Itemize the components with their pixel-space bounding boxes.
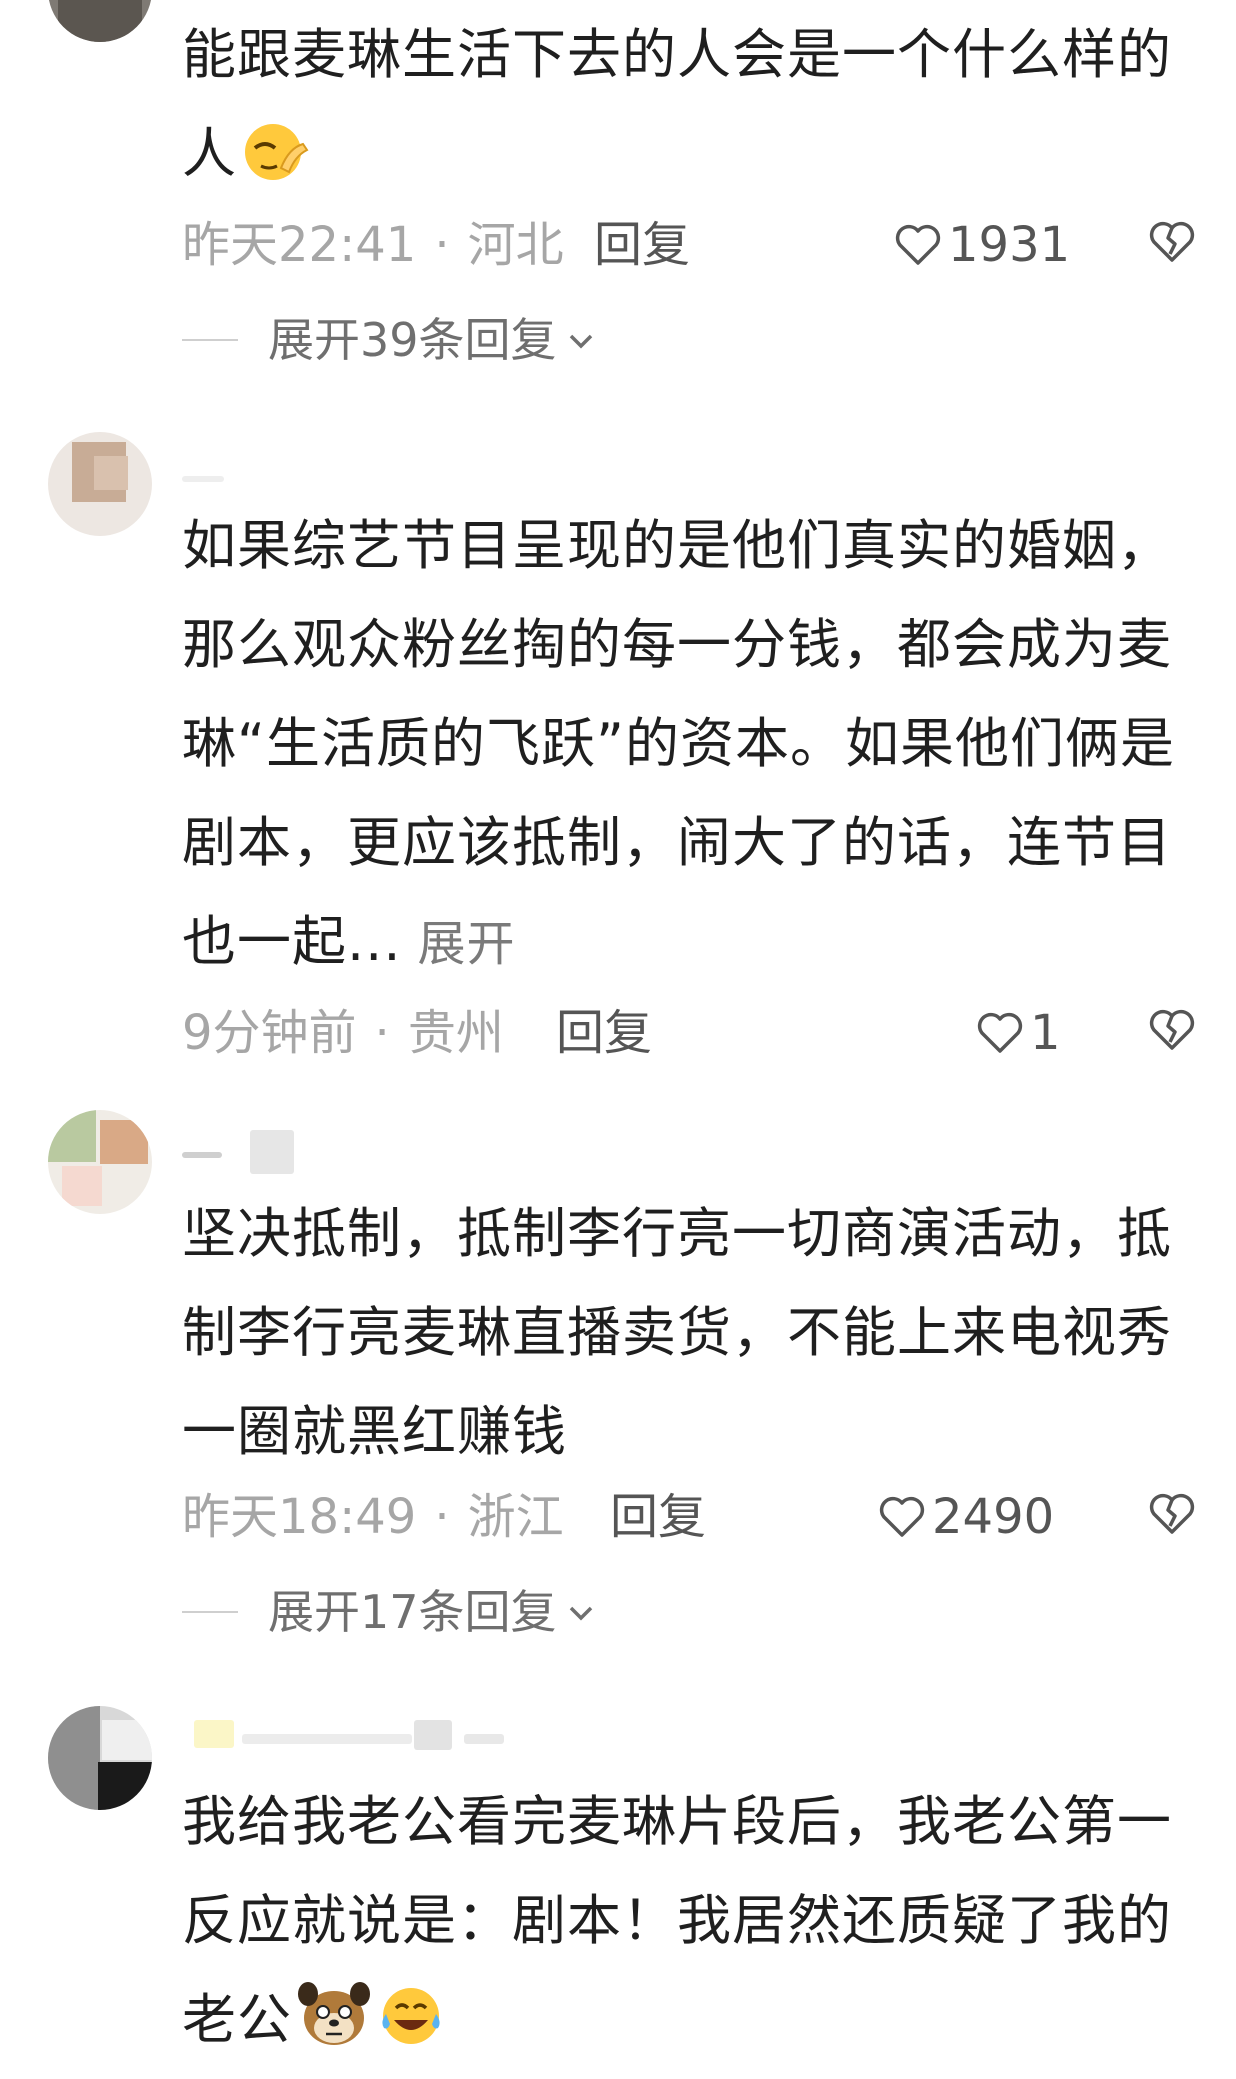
separator-dot: · xyxy=(434,1489,450,1545)
comment-meta: 9分钟前 · 贵州 回复 1 xyxy=(182,998,1196,1068)
like-count: 1 xyxy=(1030,1005,1061,1061)
separator-dot: · xyxy=(434,217,450,273)
timestamp: 昨天18:49 xyxy=(182,1489,417,1545)
like-count: 2490 xyxy=(932,1489,1055,1545)
reply-button[interactable]: 回复 xyxy=(594,210,690,280)
avatar[interactable] xyxy=(48,432,152,536)
separator-dot: · xyxy=(374,1005,390,1061)
reply-button[interactable]: 回复 xyxy=(556,998,652,1068)
heart-outline-icon xyxy=(879,1496,925,1537)
expand-replies[interactable]: 展开17条回复 xyxy=(182,1582,597,1642)
expand-replies-label: 展开17条回复 xyxy=(268,1585,557,1639)
location: 贵州 xyxy=(407,1005,504,1061)
comment-text: 能跟麦琳生活下去的人会是一个什么样的人 xyxy=(182,5,1192,213)
chevron-down-icon xyxy=(569,334,592,349)
broken-heart-icon xyxy=(1149,221,1195,262)
comment-meta: 昨天18:49 · 浙江 回复 2490 xyxy=(182,1482,1196,1552)
heart-outline-icon xyxy=(977,1012,1023,1053)
divider xyxy=(182,1611,238,1613)
dislike-button[interactable] xyxy=(1148,1492,1196,1536)
dog-emoji xyxy=(296,1978,372,2079)
expand-replies-label: 展开39条回复 xyxy=(268,313,557,367)
timestamp: 9分钟前 xyxy=(182,1005,357,1061)
dislike-button[interactable] xyxy=(1148,1008,1196,1052)
avatar[interactable] xyxy=(48,1706,152,1810)
dislike-button[interactable] xyxy=(1148,220,1196,264)
avatar[interactable] xyxy=(48,0,152,42)
like-count: 1931 xyxy=(948,217,1071,273)
like-button[interactable]: 1 xyxy=(976,998,1061,1068)
avatar[interactable] xyxy=(48,1110,152,1214)
comment-text: 我给我老公看完麦琳片段后，我老公第一反应就说是：剧本！我居然还质疑了我的老公 xyxy=(182,1772,1192,2079)
chevron-down-icon xyxy=(569,1606,592,1621)
expand-text-button[interactable]: 展开 xyxy=(418,916,516,972)
like-button[interactable]: 1931 xyxy=(894,210,1070,280)
broken-heart-icon xyxy=(1149,1493,1195,1534)
heart-outline-icon xyxy=(895,224,941,265)
broken-heart-icon xyxy=(1149,1009,1195,1050)
laughing-crying-emoji xyxy=(376,1980,446,2079)
like-button[interactable]: 2490 xyxy=(878,1482,1054,1552)
location: 河北 xyxy=(467,217,564,273)
timestamp: 昨天22:41 xyxy=(182,217,417,273)
comment-text: 如果综艺节目呈现的是他们真实的婚姻，那么观众粉丝掏的每一分钱，都会成为麦琳“生活… xyxy=(182,514,1175,973)
reply-button[interactable]: 回复 xyxy=(610,1482,706,1552)
comment-meta: 昨天22:41 · 河北 回复 1931 xyxy=(182,210,1196,280)
comment-text: 坚决抵制，抵制李行亮一切商演活动，抵制李行亮麦琳直播卖货，不能上来电视秀一圈就黑… xyxy=(182,1202,1172,1463)
location: 浙江 xyxy=(467,1489,564,1545)
expand-replies[interactable]: 展开39条回复 xyxy=(182,310,597,370)
divider xyxy=(182,339,238,341)
facepalm-emoji xyxy=(241,114,311,213)
